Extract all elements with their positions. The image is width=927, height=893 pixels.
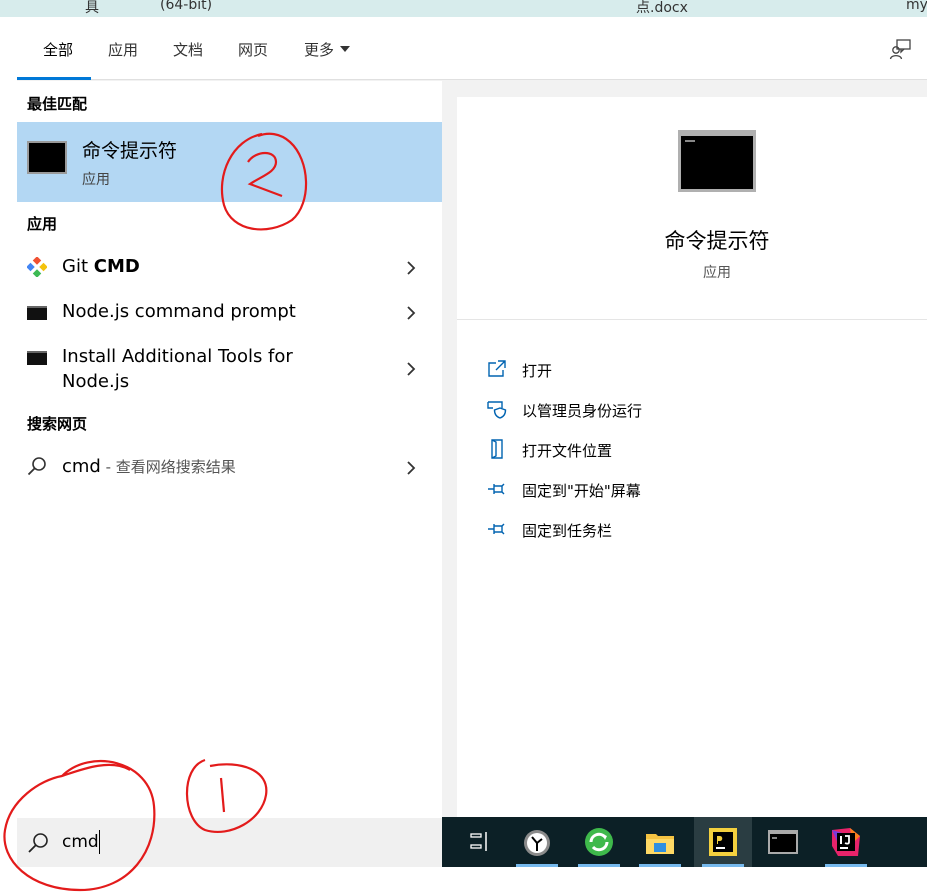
tab-apps[interactable]: 应用 — [108, 39, 138, 60]
feedback-icon[interactable] — [889, 37, 913, 61]
chevron-right-icon[interactable] — [404, 261, 418, 275]
green-refresh-app-icon — [585, 828, 613, 856]
desktop-edge — [0, 17, 17, 893]
list-item-nodejs-prompt[interactable]: Node.js command prompt — [17, 296, 442, 328]
action-open-file-location[interactable]: 打开文件位置 — [487, 435, 907, 467]
list-item-web-search[interactable]: cmd - 查看网络搜索结果 — [17, 451, 442, 483]
tab-documents[interactable]: 文档 — [173, 39, 203, 60]
web-search-suffix: - 查看网络搜索结果 — [100, 458, 236, 476]
list-item-label-line2: Node.js — [62, 371, 130, 392]
action-label: 以管理员身份运行 — [522, 402, 643, 420]
desktop-label: 点.docx — [636, 0, 688, 16]
taskbar-clock-app[interactable] — [508, 817, 566, 867]
intellij-idea-icon — [832, 828, 860, 856]
taskbar-intellij[interactable] — [817, 817, 875, 867]
web-search-query: cmd — [62, 456, 101, 477]
taskbar-command-prompt[interactable] — [754, 817, 812, 867]
chevron-right-icon[interactable] — [404, 306, 418, 320]
best-match-subtitle: 应用 — [82, 172, 110, 188]
taskbar — [442, 817, 927, 867]
list-item-git-cmd[interactable]: Git CMD — [17, 251, 442, 283]
taskbar-task-view[interactable] — [452, 817, 510, 867]
action-pin-to-taskbar[interactable]: 固定到任务栏 — [487, 515, 907, 547]
taskbar-refresh-app[interactable] — [570, 817, 628, 867]
tab-more-label: 更多 — [304, 41, 335, 59]
results-list: 最佳匹配 命令提示符 应用 应用 Git CMD Node.js command… — [17, 81, 442, 818]
text-cursor — [99, 830, 100, 854]
search-icon — [27, 457, 46, 476]
list-item-nodejs-tools[interactable]: Install Additional Tools for Node.js — [17, 341, 442, 395]
file-explorer-icon — [646, 834, 674, 854]
list-item-label: Node.js command prompt — [62, 301, 296, 322]
taskbar-file-explorer[interactable] — [631, 817, 689, 867]
list-item-label-line1: Install Additional Tools for — [62, 346, 293, 367]
tab-more[interactable]: 更多 — [304, 39, 351, 60]
desktop-strip: 具 (64-bit) 点.docx my — [0, 0, 927, 17]
desktop-label: my — [906, 0, 927, 13]
section-apps: 应用 — [27, 215, 58, 233]
action-label: 打开文件位置 — [522, 442, 613, 460]
shield-icon — [487, 401, 507, 419]
web-search-label: cmd - 查看网络搜索结果 — [62, 454, 236, 480]
search-icon — [28, 833, 48, 853]
command-prompt-icon — [768, 830, 798, 854]
chevron-right-icon[interactable] — [404, 362, 418, 376]
desktop-edge — [0, 867, 927, 893]
clock-app-icon — [524, 830, 550, 856]
action-label: 打开 — [522, 362, 553, 380]
section-best-match: 最佳匹配 — [27, 95, 88, 113]
action-label: 固定到"开始"屏幕 — [522, 482, 641, 500]
command-prompt-icon — [678, 130, 756, 192]
tab-all[interactable]: 全部 — [43, 39, 73, 60]
desktop-label: (64-bit) — [160, 0, 213, 13]
action-open[interactable]: 打开 — [487, 355, 907, 387]
best-match-item[interactable]: 命令提示符 应用 — [17, 122, 442, 202]
file-location-icon — [491, 439, 503, 459]
chevron-down-icon — [340, 46, 351, 52]
list-item-label-plain: Git — [62, 256, 94, 277]
console-icon — [27, 306, 47, 320]
list-item-label: Git CMD — [62, 254, 140, 279]
divider — [457, 319, 927, 320]
section-web-search: 搜索网页 — [27, 415, 88, 433]
action-pin-to-start[interactable]: 固定到"开始"屏幕 — [487, 475, 907, 507]
console-icon — [27, 351, 47, 365]
pycharm-icon — [709, 828, 737, 856]
details-subtitle: 应用 — [703, 265, 731, 281]
tab-web[interactable]: 网页 — [238, 39, 268, 60]
details-title: 命令提示符 — [664, 229, 770, 253]
pin-icon — [488, 523, 505, 535]
action-label: 固定到任务栏 — [522, 522, 613, 540]
desktop-label: 具 — [85, 0, 99, 16]
best-match-title: 命令提示符 — [82, 140, 178, 162]
chevron-right-icon[interactable] — [404, 461, 418, 475]
command-prompt-icon — [27, 141, 67, 174]
start-search-menu: 全部 应用 文档 网页 更多 最佳匹配 命令提示符 应用 应用 Git CMD … — [17, 17, 927, 867]
search-input-value: cmd — [62, 832, 99, 852]
details-pane: 命令提示符 应用 打开 以管理员身份运行 打开文件位置 固定到"开始"屏幕 固定… — [457, 97, 927, 818]
taskbar-pycharm[interactable] — [694, 817, 752, 867]
active-tab-indicator — [17, 77, 91, 80]
task-view-icon — [470, 832, 487, 851]
open-icon — [488, 360, 506, 377]
list-item-label-bold: CMD — [93, 256, 140, 277]
action-run-as-admin[interactable]: 以管理员身份运行 — [487, 395, 907, 427]
search-input[interactable]: cmd — [17, 818, 442, 867]
filter-tabs: 全部 应用 文档 网页 更多 — [17, 17, 927, 80]
pin-icon — [488, 483, 505, 495]
git-icon — [27, 257, 47, 277]
